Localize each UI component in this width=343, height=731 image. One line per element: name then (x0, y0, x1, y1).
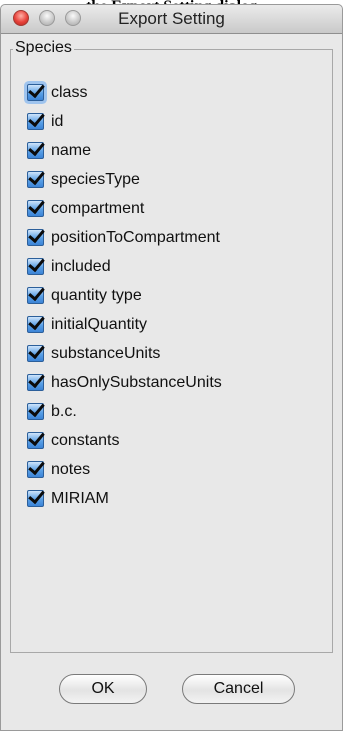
checkbox[interactable] (27, 142, 44, 159)
checkbox-item[interactable]: positionToCompartment (27, 223, 222, 252)
window-title: Export Setting (118, 9, 225, 28)
checkbox[interactable] (27, 229, 44, 246)
checkbox-label: b.c. (51, 402, 77, 420)
checkbox-item[interactable]: class (27, 78, 222, 107)
checkbox-label: class (51, 83, 88, 101)
checkbox-label: included (51, 257, 111, 275)
checkbox-label: compartment (51, 199, 145, 217)
checkbox-item[interactable]: MIRIAM (27, 484, 222, 513)
checkbox[interactable] (27, 316, 44, 333)
checkbox-item[interactable]: included (27, 252, 222, 281)
checkbox-label: positionToCompartment (51, 228, 220, 246)
checkbox-item[interactable]: substanceUnits (27, 339, 222, 368)
checkbox-label: MIRIAM (51, 489, 109, 507)
checkbox-item[interactable]: b.c. (27, 397, 222, 426)
checkbox-item[interactable]: id (27, 107, 222, 136)
checkbox-label: initialQuantity (51, 315, 148, 333)
checkbox-label: substanceUnits (51, 344, 161, 362)
checkbox[interactable] (27, 461, 44, 478)
checkbox-item[interactable]: hasOnlySubstanceUnits (27, 368, 222, 397)
checkbox-item[interactable]: compartment (27, 194, 222, 223)
group-title: Species (13, 39, 74, 57)
checkbox-label: notes (51, 460, 91, 478)
checkbox[interactable] (27, 287, 44, 304)
checkbox[interactable] (27, 113, 44, 130)
checkbox[interactable] (27, 432, 44, 449)
ok-button[interactable]: OK (59, 674, 147, 704)
checkbox-item[interactable]: speciesType (27, 165, 222, 194)
checkbox-item[interactable]: name (27, 136, 222, 165)
checkbox-item[interactable]: constants (27, 426, 222, 455)
checkbox[interactable] (27, 171, 44, 188)
checkbox-label: speciesType (51, 170, 140, 188)
checkbox[interactable] (27, 374, 44, 391)
export-setting-window: Export Setting Species class id name spe… (0, 4, 343, 731)
checkbox[interactable] (27, 403, 44, 420)
checkbox[interactable] (27, 200, 44, 217)
checkbox-label: constants (51, 431, 120, 449)
checkbox-item[interactable]: quantity type (27, 281, 222, 310)
checkbox[interactable] (27, 490, 44, 507)
checkbox-label: quantity type (51, 286, 142, 304)
checkbox[interactable] (27, 258, 44, 275)
checkbox-item[interactable]: notes (27, 455, 222, 484)
checkbox[interactable] (27, 345, 44, 362)
checkbox-item[interactable]: initialQuantity (27, 310, 222, 339)
checkbox[interactable] (27, 84, 44, 101)
field-checkbox-list: class id name speciesType compartment po… (27, 78, 222, 513)
species-group: Species class id name speciesType compar… (10, 39, 333, 653)
checkbox-label: hasOnlySubstanceUnits (51, 373, 222, 391)
title-bar[interactable]: Export Setting (1, 5, 342, 34)
cancel-button[interactable]: Cancel (182, 674, 295, 704)
checkbox-label: id (51, 112, 64, 130)
checkbox-label: name (51, 141, 92, 159)
